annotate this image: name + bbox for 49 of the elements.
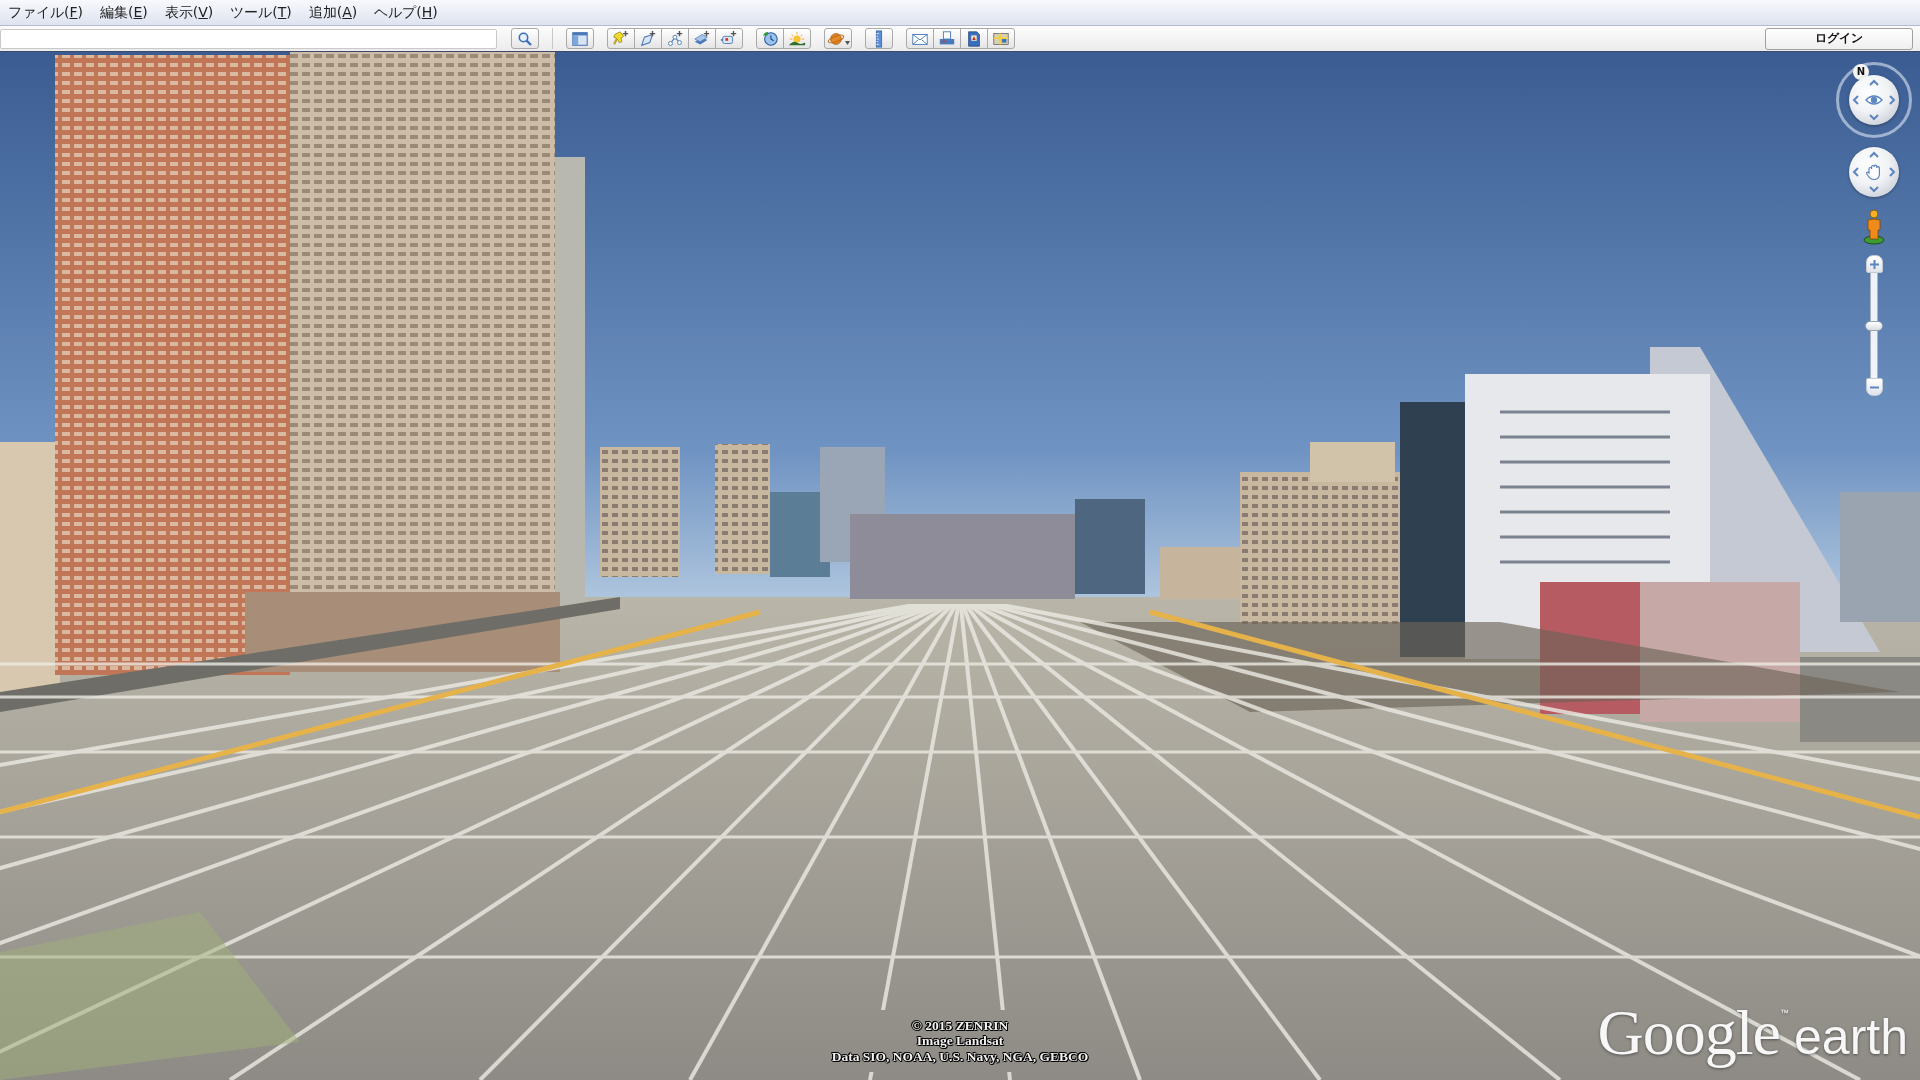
add-placemark-button[interactable]	[607, 28, 635, 49]
attribution-line: © 2015 ZENRIN	[911, 1017, 1009, 1033]
planet-switch-button[interactable]	[824, 28, 852, 49]
menu-item[interactable]: 編集(E)	[96, 0, 152, 25]
search-icon	[518, 31, 532, 46]
sun-landscape-icon	[788, 29, 806, 48]
record-tour-button[interactable]	[715, 28, 743, 49]
save-image-button[interactable]	[960, 28, 988, 49]
menu-item[interactable]: ファイル(F)	[4, 0, 87, 25]
map-view-button[interactable]	[987, 28, 1015, 49]
search-button[interactable]	[511, 28, 539, 49]
chevron-up-icon[interactable]	[1869, 79, 1879, 86]
login-button[interactable]: ログイン	[1765, 27, 1913, 50]
sunlight-button[interactable]	[783, 28, 811, 49]
chevron-down-icon[interactable]	[1869, 186, 1879, 193]
attribution-line: Image Landsat	[916, 1033, 1004, 1049]
menu-item[interactable]: ヘルプ(H)	[370, 0, 442, 25]
add-path-button[interactable]	[661, 28, 689, 49]
email-button[interactable]	[906, 28, 934, 49]
eye-icon	[1865, 92, 1883, 108]
chevron-left-icon[interactable]	[1852, 95, 1859, 105]
chevron-left-icon[interactable]	[1852, 167, 1859, 177]
attribution-line: Data SIO, NOAA, U.S. Navy, NGA, GEBCO	[831, 1048, 1089, 1064]
caret-icon	[844, 41, 850, 45]
hand-icon	[1865, 164, 1883, 180]
ruler-button[interactable]	[865, 28, 893, 49]
add-polygon-button[interactable]	[634, 28, 662, 49]
sidebar-button[interactable]	[566, 28, 594, 49]
polygon-plus-icon	[639, 29, 657, 48]
search-field[interactable]	[0, 28, 497, 49]
path-plus-icon	[666, 29, 684, 48]
menu-item[interactable]: 追加(A)	[304, 0, 362, 25]
menu-item[interactable]: ツール(T)	[226, 0, 296, 25]
compass-ring[interactable]: N	[1836, 62, 1912, 138]
chevron-right-icon[interactable]	[1889, 95, 1896, 105]
menu-item[interactable]: 表示(V)	[160, 0, 218, 25]
person-figure-icon[interactable]	[1862, 209, 1886, 245]
pushpin-plus-icon	[612, 29, 630, 48]
chevron-down-icon[interactable]	[1869, 114, 1879, 121]
add-image-overlay-button[interactable]	[688, 28, 716, 49]
google-earth-logo: Google$^{™}$earth	[1597, 996, 1908, 1070]
plus-icon	[1869, 259, 1879, 269]
zoom-slider-thumb[interactable]	[1865, 320, 1883, 331]
chevron-up-icon[interactable]	[1869, 151, 1879, 158]
document-image-icon	[965, 29, 983, 48]
print-button[interactable]	[933, 28, 961, 49]
historical-imagery-button[interactable]	[756, 28, 784, 49]
sidebar-icon	[571, 29, 589, 48]
chevron-right-icon[interactable]	[1889, 167, 1896, 177]
